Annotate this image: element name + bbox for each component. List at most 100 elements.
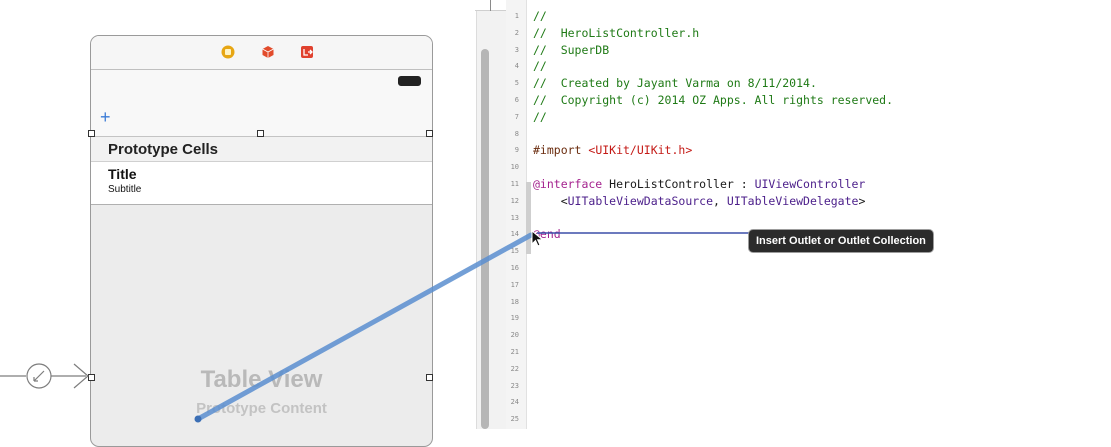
line-number: 13	[510, 213, 519, 222]
code-text: //	[533, 59, 547, 73]
mouse-cursor-icon	[531, 230, 544, 247]
code-token: @interface	[533, 177, 603, 191]
code-line[interactable]: 12 <UITableViewDataSource, UITableViewDe…	[506, 193, 1111, 209]
line-number: 18	[510, 297, 519, 306]
line-number: 14	[510, 230, 519, 239]
line-number: 9	[514, 146, 519, 155]
code-line[interactable]: 22	[506, 361, 1111, 377]
line-number: 15	[510, 247, 519, 256]
code-line[interactable]: 2 // HeroListController.h	[506, 25, 1111, 41]
code-token: //	[533, 9, 547, 23]
code-line[interactable]: 25	[506, 411, 1111, 427]
code-text: // HeroListController.h	[533, 26, 699, 40]
insert-outlet-tooltip: Insert Outlet or Outlet Collection	[748, 229, 934, 253]
table-view-placeholder-subtitle: Prototype Content	[196, 400, 327, 417]
code-token: #import	[533, 143, 589, 158]
line-number: 12	[510, 196, 519, 205]
code-token: //	[533, 109, 547, 124]
code-token: <UIKit/UIKit.h>	[588, 143, 693, 158]
line-number: 6	[514, 96, 519, 104]
code-line[interactable]: 19	[506, 310, 1111, 326]
code-line[interactable]: 4 //	[506, 58, 1111, 74]
resize-handle[interactable]	[426, 374, 433, 381]
section-header: Prototype Cells	[91, 137, 432, 162]
code-line[interactable]: 16	[506, 260, 1111, 276]
code-text: // SuperDB	[533, 43, 609, 57]
code-line[interactable]: 24	[506, 394, 1111, 410]
line-number: 19	[510, 314, 519, 323]
code-line[interactable]: 20	[506, 327, 1111, 343]
line-number: 8	[514, 129, 519, 138]
assistant-editor[interactable]: 1 // 2 // HeroListController.h 3 // SuperDB 4 /…	[506, 0, 1111, 429]
navigation-bar: +	[91, 70, 432, 137]
table-view-controller-scene[interactable]: + Prototype Cells Title Subtitle Table V…	[90, 35, 433, 447]
code-token: //	[533, 59, 547, 74]
section-header-label: Prototype Cells	[108, 141, 219, 158]
code-text: //	[533, 9, 547, 23]
line-number: 2	[514, 28, 519, 37]
code-text: // Copyright (c) 2014 OZ Apps. All right…	[533, 93, 893, 107]
code-token: ,	[713, 193, 727, 208]
line-number: 21	[510, 348, 519, 356]
code-token: // Copyright (c) 2014 OZ Apps. All right…	[533, 93, 894, 107]
add-bar-button[interactable]: +	[100, 108, 111, 126]
cell-title: Title	[108, 166, 137, 182]
code-line[interactable]: 17	[506, 277, 1111, 293]
code-line[interactable]: 1 //	[506, 8, 1111, 24]
line-number: 11	[510, 180, 519, 188]
code-token: HeroListController :	[602, 177, 755, 191]
line-number: 20	[510, 331, 519, 340]
code-line[interactable]: 10	[506, 159, 1111, 175]
line-number: 23	[510, 381, 519, 390]
code-text: <UITableViewDataSource, UITableViewDeleg…	[533, 193, 866, 208]
line-number: 17	[510, 280, 519, 289]
code-text: //	[533, 110, 547, 124]
code-line[interactable]: 7 //	[506, 109, 1111, 125]
view-controller-icon[interactable]	[221, 45, 235, 59]
code-line[interactable]: 9 #import <UIKit/UIKit.h>	[506, 142, 1111, 158]
code-line[interactable]: 8	[506, 126, 1111, 142]
code-text: #import <UIKit/UIKit.h>	[533, 143, 692, 157]
canvas-scrollbar[interactable]	[476, 11, 508, 429]
code-line[interactable]: 23	[506, 378, 1111, 394]
code-line[interactable]: 11 @interface HeroListController : UIView…	[506, 176, 1111, 192]
initial-scene-arrow-icon[interactable]	[0, 356, 94, 396]
battery-icon	[398, 76, 421, 86]
code-line[interactable]: 18	[506, 294, 1111, 310]
scrollbar-thumb[interactable]	[481, 49, 489, 429]
code-text: @interface HeroListController : UIViewCo…	[533, 177, 865, 191]
code-token: UITableViewDataSource	[567, 193, 714, 208]
code-token: UITableViewDelegate	[726, 193, 859, 208]
code-line[interactable]: 3 // SuperDB	[506, 42, 1111, 58]
code-text: // Created by Jayant Varma on 8/11/2014.	[533, 76, 817, 90]
line-number: 10	[510, 163, 519, 172]
line-number: 25	[510, 415, 519, 424]
resize-handle[interactable]	[426, 130, 433, 137]
code-line[interactable]: 6 // Copyright (c) 2014 OZ Apps. All righ…	[506, 92, 1111, 108]
resize-handle[interactable]	[257, 130, 264, 137]
line-number: 7	[514, 112, 519, 121]
table-view-placeholder-title: Table View	[200, 366, 323, 393]
exit-icon[interactable]	[300, 45, 314, 59]
code-line[interactable]: 13	[506, 210, 1111, 226]
code-token: // HeroListController.h	[533, 25, 700, 40]
code-line[interactable]: 5 // Created by Jayant Varma on 8/11/2014…	[506, 75, 1111, 91]
code-token: // Created by Jayant Varma on 8/11/2014.	[533, 76, 817, 91]
prototype-cell[interactable]: Title Subtitle	[91, 162, 432, 205]
code-line[interactable]: 21	[506, 344, 1111, 360]
line-number: 24	[510, 398, 519, 407]
resize-handle[interactable]	[88, 130, 95, 137]
line-number: 3	[514, 45, 519, 54]
code-token: >	[858, 193, 866, 208]
scene-dock	[91, 36, 432, 70]
line-number: 22	[510, 364, 519, 373]
cell-subtitle: Subtitle	[108, 184, 142, 195]
line-number: 1	[514, 12, 519, 20]
line-number: 16	[510, 264, 519, 272]
line-number: 5	[514, 79, 519, 88]
storyboard-canvas[interactable]: + Prototype Cells Title Subtitle Table V…	[0, 0, 475, 447]
code-token: UIViewController	[754, 177, 866, 191]
code-token: // SuperDB	[533, 42, 610, 57]
code-token: <	[533, 193, 568, 208]
first-responder-icon[interactable]	[261, 45, 275, 59]
